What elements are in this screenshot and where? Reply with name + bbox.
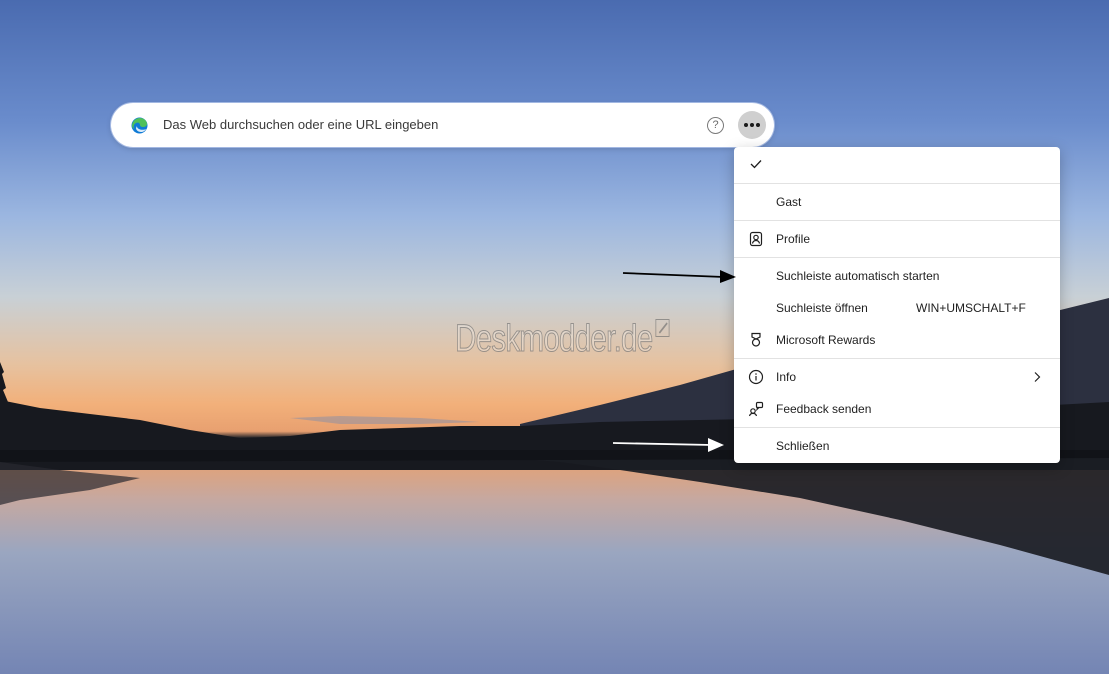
- black-arrow-annotation: [622, 270, 736, 283]
- feedback-icon: [748, 401, 764, 417]
- checkmark-icon: [750, 160, 762, 169]
- edge-logo-icon: [131, 117, 148, 134]
- menu-item-label: Suchleiste öffnen: [776, 301, 868, 315]
- menu-item-label: Feedback senden: [776, 402, 872, 416]
- menu-item-profile[interactable]: Profile: [734, 223, 1060, 255]
- dot-icon: [756, 123, 761, 127]
- menu-item-open-searchbar[interactable]: Suchleiste öffnen WIN+UMSCHALT+F: [734, 292, 1060, 324]
- menu-item-autostart-searchbar[interactable]: Suchleiste automatisch starten: [734, 260, 1060, 292]
- menu-item-guest[interactable]: Gast: [734, 186, 1060, 218]
- menu-item-label: Info: [776, 370, 797, 384]
- menu-divider: [734, 220, 1060, 221]
- profile-icon: [749, 231, 763, 247]
- rewards-icon: [751, 332, 761, 347]
- keyboard-shortcut: WIN+UMSCHALT+F: [916, 301, 1026, 315]
- pen-icon: [655, 319, 670, 337]
- menu-divider: [734, 257, 1060, 258]
- menu-item-label: Schließen: [776, 439, 830, 453]
- menu-divider: [734, 183, 1060, 184]
- watermark-text: Deskmodder.de: [455, 318, 654, 361]
- menu-item-label: Microsoft Rewards: [776, 333, 876, 347]
- menu-divider: [734, 358, 1060, 359]
- help-icon[interactable]: ?: [707, 117, 724, 134]
- search-input[interactable]: Das Web durchsuchen oder eine URL eingeb…: [163, 117, 438, 132]
- dot-icon: [750, 123, 754, 127]
- info-icon: [748, 369, 764, 385]
- menu-item-label: Gast: [776, 195, 802, 209]
- menu-item-microsoft-rewards[interactable]: Microsoft Rewards: [734, 324, 1060, 356]
- menu-item-info[interactable]: Info: [734, 361, 1060, 393]
- more-options-button[interactable]: [738, 111, 766, 139]
- menu-item-checked[interactable]: [734, 149, 1060, 181]
- menu-item-send-feedback[interactable]: Feedback senden: [734, 393, 1060, 425]
- menu-item-close[interactable]: Schließen: [734, 430, 1060, 462]
- dot-icon: [743, 123, 748, 127]
- menu-item-label: Profile: [776, 232, 811, 246]
- menu-divider: [734, 427, 1060, 428]
- options-menu: Gast Profile Suchleiste automatisch star…: [734, 147, 1060, 463]
- watermark-logo: Deskmodder.de: [455, 318, 670, 361]
- white-arrow-annotation: [612, 438, 724, 452]
- search-bar[interactable]: Das Web durchsuchen oder eine URL eingeb…: [111, 103, 774, 147]
- chevron-right-icon: [1034, 372, 1041, 382]
- menu-item-label: Suchleiste automatisch starten: [776, 269, 940, 283]
